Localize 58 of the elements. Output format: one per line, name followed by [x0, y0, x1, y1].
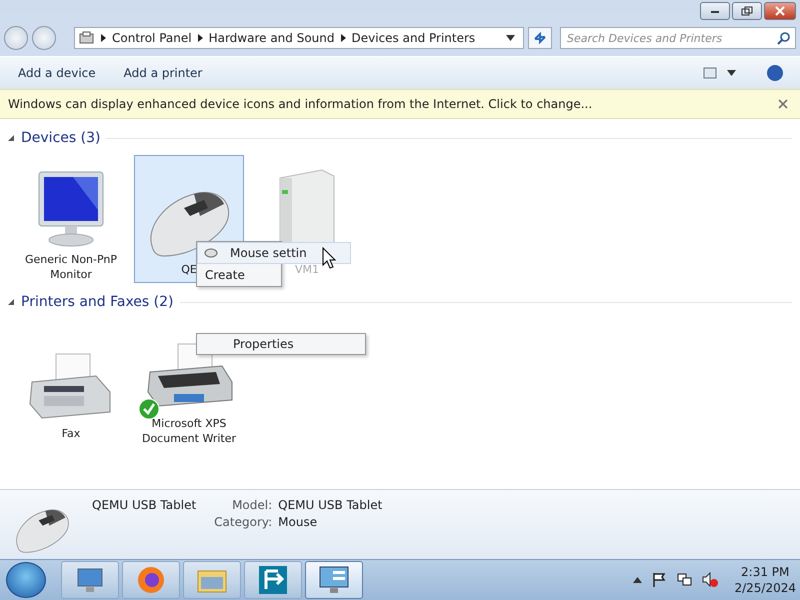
taskbar-button[interactable]	[244, 561, 302, 599]
field-label: Category:	[214, 515, 272, 529]
forward-button[interactable]	[32, 26, 56, 50]
field-value: QEMU USB Tablet	[278, 498, 382, 512]
collapse-arrow-icon[interactable]	[8, 134, 15, 142]
mouse-cursor-icon	[322, 247, 336, 269]
close-icon[interactable]	[778, 99, 788, 109]
field-value: Mouse	[278, 515, 318, 529]
group-heading[interactable]: Printers and Faxes (2)	[21, 294, 174, 310]
dropdown-icon[interactable]	[506, 35, 515, 41]
refresh-icon	[532, 31, 548, 45]
device-label: VM1	[294, 262, 319, 277]
collapse-arrow-icon[interactable]	[8, 298, 15, 306]
search-field[interactable]: Search Devices and Printers	[560, 27, 796, 49]
browser-icon	[137, 566, 165, 594]
clock-time[interactable]: 2:31 PM	[741, 564, 790, 580]
transfer-app-icon	[258, 565, 288, 595]
search-icon	[777, 32, 790, 45]
breadcrumb-item[interactable]: Hardware and Sound	[208, 31, 335, 45]
taskbar-button[interactable]	[61, 561, 119, 599]
clock-date[interactable]: 2/25/2024	[734, 580, 796, 596]
context-menu-item[interactable]: Properties	[196, 333, 366, 355]
toolbar-button[interactable]: Add a printer	[114, 62, 212, 84]
show-hidden-icons-icon[interactable]	[633, 577, 642, 583]
back-button[interactable]	[4, 26, 28, 50]
network-icon[interactable]	[676, 572, 692, 588]
restore-button[interactable]	[732, 2, 762, 20]
control-panel-icon	[319, 566, 349, 594]
taskbar-button[interactable]	[305, 561, 363, 599]
close-icon	[774, 6, 786, 16]
address-bar[interactable]: Control Panel Hardware and Sound Devices and Printers	[74, 27, 524, 49]
breadcrumb-arrow-icon[interactable]	[198, 34, 203, 42]
device-label: Microsoft XPS Document Writer	[140, 416, 238, 446]
breadcrumb-arrow-icon[interactable]	[101, 34, 106, 42]
device-name: QEMU USB Tablet	[92, 498, 196, 512]
taskbar-button[interactable]	[122, 561, 180, 599]
flag-icon[interactable]	[652, 572, 666, 588]
close-button[interactable]	[764, 2, 796, 20]
computer-icon	[76, 567, 104, 593]
field-label: Model:	[231, 498, 272, 512]
device-label: Generic Non-PnP Monitor	[24, 252, 118, 282]
minimize-button[interactable]	[700, 2, 730, 20]
group-heading[interactable]: Devices (3)	[21, 130, 100, 146]
restore-icon	[741, 6, 753, 16]
toolbar-button[interactable]: Add a device	[8, 62, 106, 84]
dropdown-icon[interactable]	[727, 70, 736, 76]
device-label: Fax	[62, 426, 80, 441]
refresh-button[interactable]	[528, 27, 552, 49]
speaker-muted-icon[interactable]	[702, 572, 718, 588]
context-menu-item[interactable]: Mouse settin	[197, 242, 351, 264]
view-icon[interactable]	[703, 67, 717, 79]
start-button[interactable]	[6, 562, 46, 598]
breadcrumb-item[interactable]: Devices and Printers	[352, 31, 476, 45]
device-label: QE	[181, 262, 197, 277]
control-panel-icon	[79, 31, 95, 45]
context-menu-item[interactable]: Create	[197, 264, 279, 286]
breadcrumb-item[interactable]: Control Panel	[112, 31, 192, 45]
breadcrumb-arrow-icon[interactable]	[340, 34, 346, 42]
